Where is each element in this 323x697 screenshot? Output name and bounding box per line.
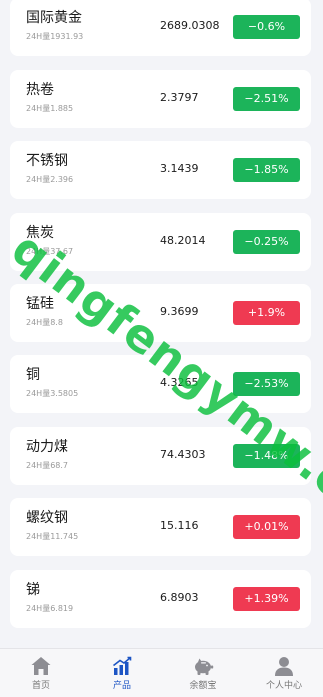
change-badge[interactable]: +1.39% — [233, 587, 300, 611]
product-price: 6.8903 — [160, 591, 199, 604]
product-name: 锑 — [26, 582, 40, 598]
product-name: 热卷 — [26, 82, 54, 98]
product-volume: 24H量2.396 — [26, 175, 74, 184]
product-volume: 24H量37.67 — [26, 247, 74, 256]
bottom-tab-bar: 首页 产品 余额宝 个人中心 — [0, 648, 323, 697]
product-name: 不锈钢 — [26, 153, 68, 169]
product-card-thermal-coal[interactable]: 动力煤 24H量68.7 74.4303 −1.48% — [10, 427, 311, 485]
product-name: 螺纹钢 — [26, 510, 68, 526]
product-name: 铜 — [26, 367, 40, 383]
user-icon — [275, 657, 293, 676]
change-badge[interactable]: +0.01% — [233, 515, 300, 539]
product-volume: 24H量1931.93 — [26, 32, 84, 41]
tab-profile[interactable]: 个人中心 — [244, 649, 323, 697]
product-volume: 24H量8.8 — [26, 318, 63, 327]
product-card-coke[interactable]: 焦炭 24H量37.67 48.2014 −0.25% — [10, 213, 311, 271]
product-name: 国际黄金 — [26, 10, 82, 26]
change-badge[interactable]: −1.85% — [233, 158, 300, 182]
product-volume: 24H量11.745 — [26, 532, 79, 541]
tab-balance[interactable]: 余额宝 — [163, 649, 243, 697]
change-badge[interactable]: +1.9% — [233, 301, 300, 325]
product-card-antimony[interactable]: 锑 24H量6.819 6.8903 +1.39% — [10, 570, 311, 628]
change-badge[interactable]: −1.48% — [233, 444, 300, 468]
product-card-silicomanganese[interactable]: 锰硅 24H量8.8 9.3699 +1.9% — [10, 284, 311, 342]
product-name: 动力煤 — [26, 439, 68, 455]
product-price: 15.116 — [160, 519, 199, 532]
product-price: 2.3797 — [160, 91, 199, 104]
product-card-gold[interactable]: 国际黄金 24H量1931.93 2689.0308 −0.6% — [10, 0, 311, 56]
tab-label: 余额宝 — [189, 681, 217, 691]
product-name: 锰硅 — [26, 296, 54, 312]
change-badge[interactable]: −2.53% — [233, 372, 300, 396]
product-volume: 24H量68.7 — [26, 461, 69, 470]
product-price: 4.3265 — [160, 376, 199, 389]
tab-label: 个人中心 — [265, 681, 302, 691]
product-volume: 24H量3.5805 — [26, 389, 79, 398]
change-badge[interactable]: −0.6% — [233, 15, 300, 39]
product-price: 2689.0308 — [160, 19, 220, 32]
product-volume: 24H量1.885 — [26, 104, 74, 113]
tab-label: 首页 — [31, 681, 50, 691]
product-name: 焦炭 — [26, 225, 54, 241]
tab-products[interactable]: 产品 — [82, 649, 162, 697]
piggy-bank-icon — [195, 658, 214, 675]
change-badge[interactable]: −0.25% — [233, 230, 300, 254]
product-volume: 24H量6.819 — [26, 604, 74, 613]
product-price: 9.3699 — [160, 305, 199, 318]
home-icon — [31, 657, 51, 675]
product-price: 74.4303 — [160, 448, 206, 461]
product-card-rebar[interactable]: 螺纹钢 24H量11.745 15.116 +0.01% — [10, 498, 311, 556]
product-price: 48.2014 — [160, 234, 206, 247]
product-card-hot-coil[interactable]: 热卷 24H量1.885 2.3797 −2.51% — [10, 70, 311, 128]
product-card-stainless-steel[interactable]: 不锈钢 24H量2.396 3.1439 −1.85% — [10, 141, 311, 199]
product-card-copper[interactable]: 铜 24H量3.5805 4.3265 −2.53% — [10, 355, 311, 413]
tab-label: 产品 — [112, 681, 131, 691]
change-badge[interactable]: −2.51% — [233, 87, 300, 111]
product-price: 3.1439 — [160, 162, 199, 175]
tab-home[interactable]: 首页 — [1, 649, 81, 697]
bar-chart-icon — [113, 656, 132, 675]
